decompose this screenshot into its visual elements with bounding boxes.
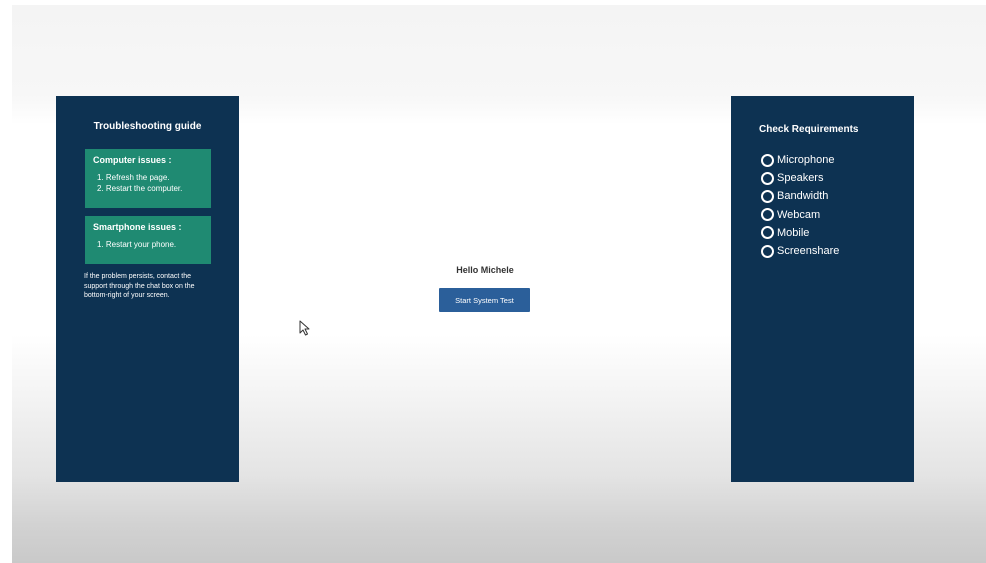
requirement-item-screenshare[interactable]: Screenshare (761, 242, 839, 260)
support-note: If the problem persists, contact the sup… (84, 273, 195, 299)
computer-issues-list: 1. Refresh the page. 2. Restart the comp… (97, 172, 182, 194)
requirement-item-microphone[interactable]: Microphone (761, 151, 839, 169)
requirement-item-speakers[interactable]: Speakers (761, 169, 839, 187)
computer-issues-title: Computer issues : (93, 155, 172, 165)
requirement-label: Mobile (777, 226, 810, 239)
list-item: 1. Refresh the page. (97, 173, 170, 182)
start-system-test-button[interactable]: Start System Test (439, 288, 530, 312)
requirement-label: Bandwidth (777, 190, 829, 203)
requirement-label: Screenshare (777, 245, 840, 258)
requirement-item-mobile[interactable]: Mobile (761, 224, 839, 242)
requirements-panel: Check Requirements Microphone Speakers B… (731, 96, 914, 482)
list-item: 1. Restart your phone. (97, 240, 177, 249)
computer-issues-box: Computer issues : 1. Refresh the page. 2… (85, 149, 211, 208)
smartphone-issues-title: Smartphone issues : (93, 222, 182, 232)
requirements-title: Check Requirements (759, 124, 859, 135)
requirements-list: Microphone Speakers Bandwidth Webcam Mob… (761, 151, 839, 260)
smartphone-issues-box: Smartphone issues : 1. Restart your phon… (85, 216, 211, 264)
radio-unchecked-icon[interactable] (761, 153, 774, 167)
requirement-label: Webcam (777, 208, 821, 221)
troubleshooting-title: Troubleshooting guide (93, 121, 202, 132)
radio-unchecked-icon[interactable] (761, 208, 774, 222)
smartphone-issues-list: 1. Restart your phone. (97, 239, 176, 250)
list-item: 2. Restart the computer. (97, 184, 183, 193)
greeting-text: Hello Michele (456, 265, 514, 275)
radio-unchecked-icon[interactable] (761, 226, 774, 240)
mouse-cursor-icon (299, 320, 310, 336)
requirement-label: Microphone (777, 154, 835, 167)
requirement-item-bandwidth[interactable]: Bandwidth (761, 187, 839, 205)
requirement-item-webcam[interactable]: Webcam (761, 206, 839, 224)
radio-unchecked-icon[interactable] (761, 189, 774, 203)
radio-unchecked-icon[interactable] (761, 171, 774, 185)
radio-unchecked-icon[interactable] (761, 244, 774, 258)
troubleshooting-panel: Troubleshooting guide Computer issues : … (56, 96, 239, 482)
requirement-label: Speakers (777, 172, 824, 185)
